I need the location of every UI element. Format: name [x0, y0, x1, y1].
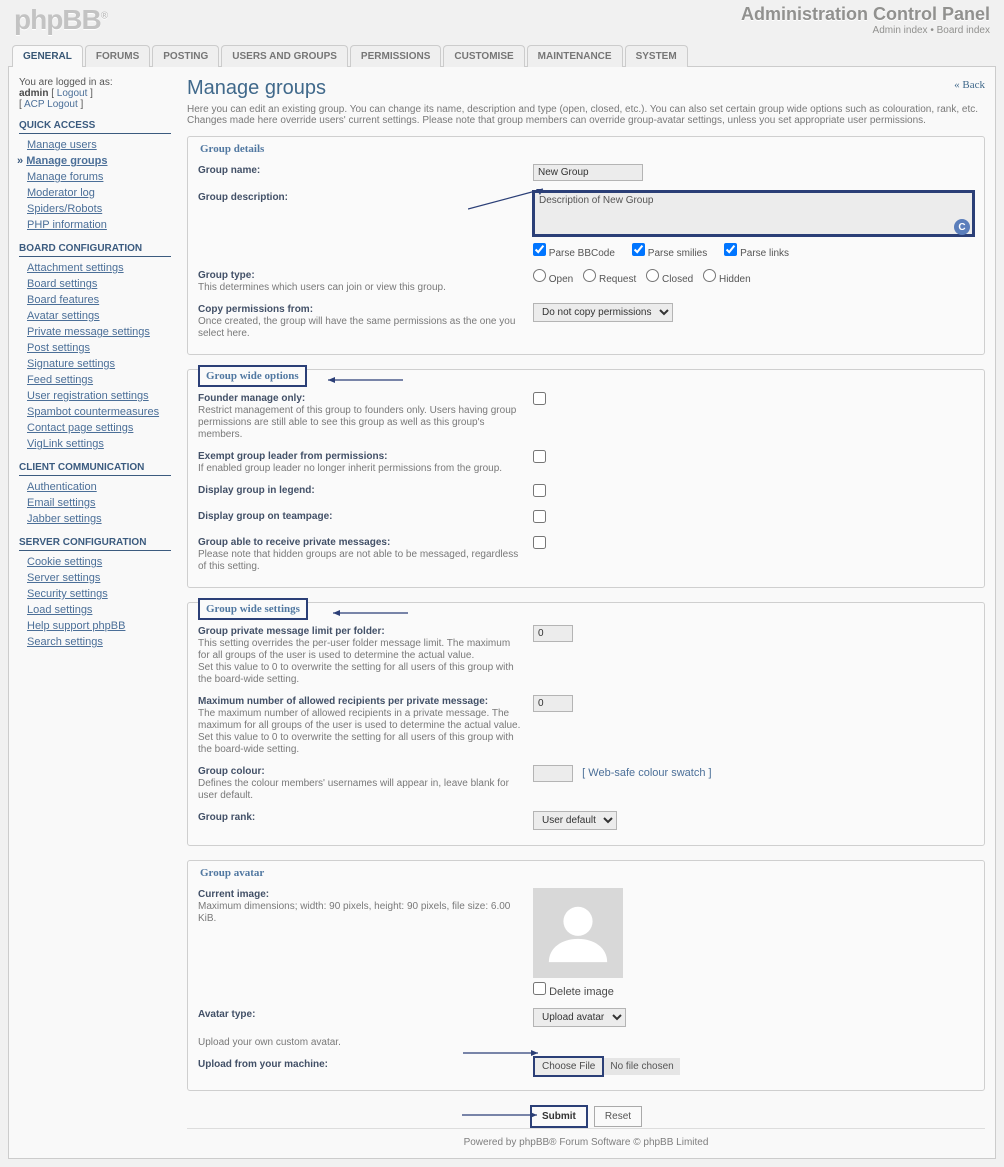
sidebar-item-post-settings[interactable]: Post settings: [27, 342, 90, 354]
panel-wide-settings: Group wide settings Group private messag…: [187, 602, 985, 846]
side-head-server_config: SERVER CONFIGURATION: [19, 537, 171, 551]
side-head-quick_access: QUICK ACCESS: [19, 120, 171, 134]
founder-checkbox[interactable]: [533, 392, 546, 405]
parse-smilies[interactable]: Parse smilies: [632, 248, 707, 259]
board-index-link[interactable]: Board index: [937, 25, 990, 36]
panel-avatar: Group avatar Current image:Maximum dimen…: [187, 860, 985, 1091]
avatar-type-select[interactable]: Upload avatar: [533, 1008, 626, 1027]
submit-button[interactable]: Submit: [530, 1105, 588, 1128]
legend-details: Group details: [198, 137, 974, 159]
page-title: Manage groups: [187, 77, 985, 100]
tab-maintenance[interactable]: MAINTENANCE: [527, 45, 623, 67]
receive-pm-checkbox[interactable]: [533, 536, 546, 549]
sidebar: You are logged in as: admin [ Logout ] […: [19, 77, 179, 1148]
sidebar-item-help-support-phpbb[interactable]: Help support phpBB: [27, 620, 125, 632]
footer: Powered by phpBB® Forum Software © phpBB…: [187, 1128, 985, 1148]
sidebar-item-board-features[interactable]: Board features: [27, 294, 99, 306]
group-name-label: Group name:: [198, 165, 260, 176]
delete-image[interactable]: Delete image: [533, 986, 614, 998]
parse-bbcode[interactable]: Parse BBCode: [533, 248, 615, 259]
submit-row: Submit Reset: [187, 1105, 985, 1128]
panel-wide-options: Group wide options Founder manage only:R…: [187, 369, 985, 588]
group-colour-input[interactable]: [533, 765, 573, 782]
group-type-hidden[interactable]: Hidden: [703, 274, 750, 285]
sidebar-item-spiders/robots[interactable]: Spiders/Robots: [27, 203, 102, 215]
acp-title: Administration Control Panel: [741, 4, 990, 25]
sidebar-item-contact-page-settings[interactable]: Contact page settings: [27, 422, 133, 434]
group-name-input[interactable]: [533, 164, 643, 181]
page-desc: Here you can edit an existing group. You…: [187, 104, 985, 126]
copy-perm-hint: Once created, the group will have the sa…: [198, 316, 515, 339]
group-type-closed[interactable]: Closed: [646, 274, 693, 285]
group-desc-textarea[interactable]: Description of New Group: [533, 191, 974, 236]
sidebar-item-avatar-settings[interactable]: Avatar settings: [27, 310, 100, 322]
file-status: No file chosen: [604, 1058, 679, 1075]
sidebar-item-attachment-settings[interactable]: Attachment settings: [27, 262, 124, 274]
logo: phpBB®: [14, 4, 107, 36]
tab-customise[interactable]: CUSTOMISE: [443, 45, 524, 67]
tab-users-and-groups[interactable]: USERS AND GROUPS: [221, 45, 348, 67]
tab-system[interactable]: SYSTEM: [625, 45, 688, 67]
sidebar-item-viglink-settings[interactable]: VigLink settings: [27, 438, 104, 450]
copy-perm-label: Copy permissions from:: [198, 304, 313, 315]
sidebar-item-private-message-settings[interactable]: Private message settings: [27, 326, 150, 338]
sidebar-item-php-information[interactable]: PHP information: [27, 219, 107, 231]
legend-wide-opts: Group wide options: [198, 365, 307, 387]
pm-limit-input[interactable]: [533, 625, 573, 642]
acp-logout-link[interactable]: ACP Logout: [24, 99, 78, 110]
sidebar-item-manage-users[interactable]: Manage users: [27, 139, 97, 151]
sidebar-item-search-settings[interactable]: Search settings: [27, 636, 103, 648]
sidebar-item-email-settings[interactable]: Email settings: [27, 497, 95, 509]
teampage-checkbox[interactable]: [533, 510, 546, 523]
sidebar-item-cookie-settings[interactable]: Cookie settings: [27, 556, 102, 568]
sidebar-item-authentication[interactable]: Authentication: [27, 481, 97, 493]
sidebar-item-server-settings[interactable]: Server settings: [27, 572, 100, 584]
header: phpBB® Administration Control Panel Admi…: [8, 0, 996, 36]
main-content: « Back Manage groups Here you can edit a…: [179, 77, 985, 1148]
sidebar-item-user-registration-settings[interactable]: User registration settings: [27, 390, 149, 402]
sidebar-item-load-settings[interactable]: Load settings: [27, 604, 92, 616]
sidebar-item-manage-forums[interactable]: Manage forums: [27, 171, 103, 183]
group-type-label: Group type:: [198, 270, 255, 281]
group-type-open[interactable]: Open: [533, 274, 573, 285]
group-type-hint: This determines which users can join or …: [198, 282, 446, 293]
tab-posting[interactable]: POSTING: [152, 45, 219, 67]
legend-wide-set: Group wide settings: [198, 598, 308, 620]
login-info: You are logged in as: admin [ Logout ] […: [19, 77, 171, 110]
group-desc-label: Group description:: [198, 192, 288, 203]
sidebar-item-moderator-log[interactable]: Moderator log: [27, 187, 95, 199]
legend-avatar: Group avatar: [198, 861, 974, 883]
back-link[interactable]: « Back: [954, 79, 985, 91]
avatar-image: [533, 888, 623, 978]
sidebar-item-spambot-countermeasures[interactable]: Spambot countermeasures: [27, 406, 159, 418]
group-type-request[interactable]: Request: [583, 274, 636, 285]
sidebar-item-board-settings[interactable]: Board settings: [27, 278, 97, 290]
choose-file-button[interactable]: Choose File: [533, 1056, 604, 1077]
side-head-board_config: BOARD CONFIGURATION: [19, 243, 171, 257]
rank-select[interactable]: User default: [533, 811, 617, 830]
sidebar-item-jabber-settings[interactable]: Jabber settings: [27, 513, 102, 525]
grammar-icon: C: [954, 219, 970, 235]
sidebar-item-manage-groups[interactable]: Manage groups: [26, 155, 107, 167]
side-head-client_comm: CLIENT COMMUNICATION: [19, 462, 171, 476]
logout-link[interactable]: Logout: [57, 88, 88, 99]
exempt-checkbox[interactable]: [533, 450, 546, 463]
copy-perm-select[interactable]: Do not copy permissions: [533, 303, 673, 322]
recipient-limit-input[interactable]: [533, 695, 573, 712]
panel-group-details: Group details Group name: Group descript…: [187, 136, 985, 355]
admin-index-link[interactable]: Admin index: [873, 25, 928, 36]
sidebar-item-feed-settings[interactable]: Feed settings: [27, 374, 93, 386]
tab-forums[interactable]: FORUMS: [85, 45, 150, 67]
main-tabs: GENERALFORUMSPOSTINGUSERS AND GROUPSPERM…: [8, 44, 996, 67]
reset-button[interactable]: Reset: [594, 1106, 642, 1127]
sidebar-item-signature-settings[interactable]: Signature settings: [27, 358, 115, 370]
tab-general[interactable]: GENERAL: [12, 45, 83, 67]
legend-checkbox[interactable]: [533, 484, 546, 497]
sidebar-item-security-settings[interactable]: Security settings: [27, 588, 108, 600]
parse-links[interactable]: Parse links: [724, 248, 789, 259]
swatch-link[interactable]: [ Web-safe colour swatch ]: [582, 767, 711, 779]
tab-permissions[interactable]: PERMISSIONS: [350, 45, 441, 67]
